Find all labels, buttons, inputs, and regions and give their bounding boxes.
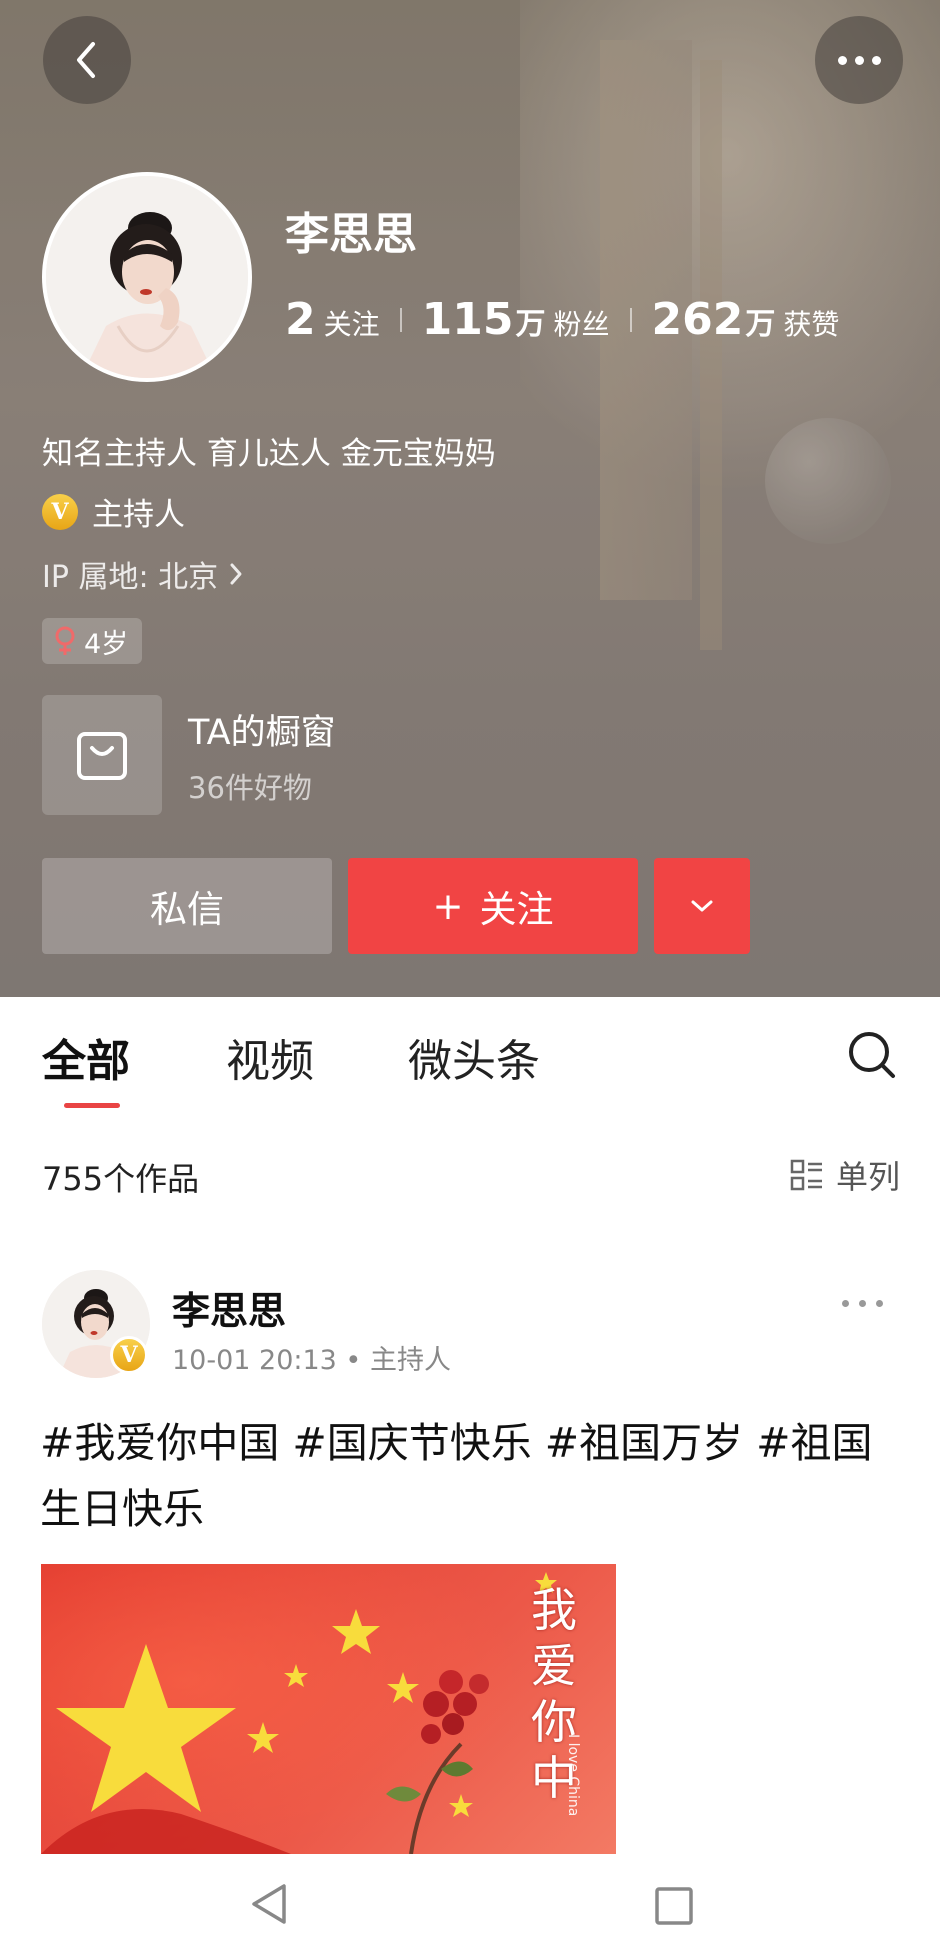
profile-avatar[interactable] — [42, 172, 252, 382]
post-meta: 10-01 20:13 • 主持人 — [172, 1345, 451, 1376]
stat-likes-count: 262 — [651, 294, 744, 345]
stat-fans-count: 115 — [421, 294, 514, 345]
stat-likes-label: 获赞 — [783, 308, 840, 341]
post-verified-badge-icon: V — [110, 1336, 148, 1374]
tab-micro-headline[interactable]: 微头条 — [408, 1025, 540, 1089]
chevron-left-icon — [77, 42, 95, 78]
shop-icon-box — [42, 695, 162, 815]
stat-fans-unit: 万 — [515, 307, 546, 342]
layout-label: 单列 — [835, 1158, 900, 1196]
profile-header: 李思思 2 关注 115 万 粉丝 262 万 获赞 知名主持人 育儿达人 金元… — [0, 0, 940, 997]
gender-age-tag: 4岁 — [42, 618, 143, 664]
stat-divider — [399, 307, 402, 332]
post-author-name[interactable]: 李思思 — [172, 1280, 286, 1335]
chevron-down-icon — [691, 900, 713, 912]
stat-divider — [629, 307, 632, 332]
avatar-portrait — [46, 176, 248, 378]
shop-subtitle: 36件好物 — [188, 770, 312, 805]
ip-location-text: IP 属地: 北京 — [42, 560, 219, 595]
post-text[interactable]: #我爱你中国 #国庆节快乐 #祖国万岁 #祖国生日快乐 — [40, 1410, 900, 1542]
tab-all[interactable]: 全部 — [42, 1025, 130, 1089]
list-layout-icon — [790, 1159, 822, 1191]
profile-name: 李思思 — [285, 209, 417, 260]
verification-label: 主持人 — [92, 497, 185, 533]
stat-likes-unit: 万 — [745, 307, 776, 342]
more-dots-icon — [837, 55, 881, 65]
post-image-graphic — [41, 1564, 616, 1854]
stat-fans-label: 粉丝 — [553, 308, 610, 341]
ip-location[interactable]: IP 属地: 北京 — [42, 552, 244, 596]
triangle-back-icon[interactable] — [248, 1882, 290, 1926]
back-button[interactable] — [43, 16, 131, 104]
follow-label: 关注 — [479, 888, 554, 931]
profile-bio: 知名主持人 育儿达人 金元宝妈妈 — [42, 436, 496, 472]
chevron-right-icon — [230, 563, 242, 585]
layout-toggle[interactable]: 单列 — [790, 1152, 900, 1198]
search-icon[interactable] — [847, 1030, 897, 1080]
tab-video[interactable]: 视频 — [226, 1025, 314, 1089]
post-image-small-text: I love China — [565, 1734, 581, 1817]
shopping-bag-icon — [77, 732, 127, 780]
post-more-icon[interactable] — [842, 1300, 883, 1307]
shop-title: TA的橱窗 — [188, 712, 336, 753]
follow-dropdown-button[interactable] — [654, 858, 750, 954]
plus-icon: + — [432, 884, 464, 928]
profile-stats: 2 关注 115 万 粉丝 262 万 获赞 — [285, 294, 839, 345]
follow-button[interactable]: + 关注 — [348, 858, 638, 954]
stat-following[interactable]: 2 关注 — [285, 294, 380, 345]
stat-fans[interactable]: 115 万 粉丝 — [422, 294, 610, 345]
square-home-icon[interactable] — [654, 1886, 694, 1926]
active-tab-indicator — [64, 1103, 120, 1108]
shop-window-entry[interactable]: TA的橱窗 36件好物 — [42, 695, 336, 815]
message-button[interactable]: 私信 — [42, 858, 332, 954]
image-caption-char: 爱 — [531, 1639, 577, 1693]
more-options-button[interactable] — [815, 16, 903, 104]
verified-badge-icon: V — [42, 493, 78, 530]
female-icon — [55, 626, 75, 655]
stat-following-count: 2 — [285, 294, 316, 345]
image-caption-char: 我 — [531, 1583, 577, 1637]
stat-likes[interactable]: 262 万 获赞 — [652, 294, 840, 345]
works-count: 755个作品 — [42, 1160, 200, 1198]
works-bar: 755个作品 单列 — [0, 1140, 940, 1210]
age-label: 4岁 — [84, 628, 129, 660]
system-navigation-bar — [0, 1854, 940, 1954]
stat-following-label: 关注 — [323, 308, 380, 341]
content-tabs: 全部 视频 微头条 — [0, 997, 940, 1108]
verification-row: V 主持人 — [42, 489, 185, 534]
post-image[interactable]: 我 爱 你 中 I love China — [41, 1564, 616, 1854]
